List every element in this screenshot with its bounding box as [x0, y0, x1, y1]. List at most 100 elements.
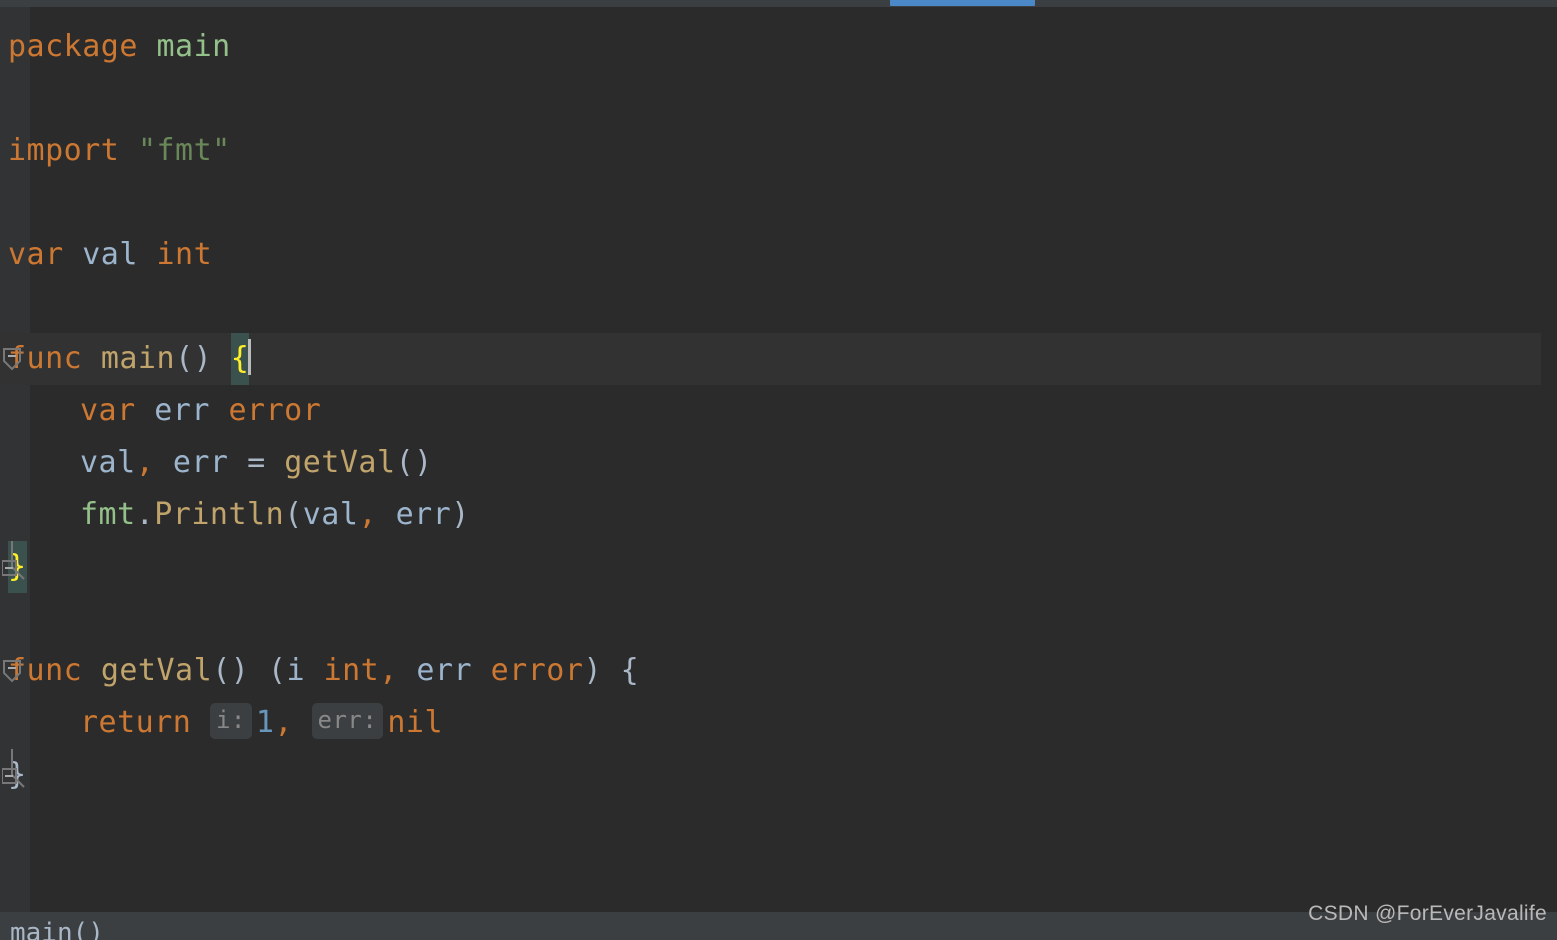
code-token: () [395, 445, 433, 480]
code-line-text: func main() { [0, 333, 252, 385]
breadcrumb-item-main[interactable]: main() [10, 918, 104, 940]
code-line[interactable]: } [0, 749, 1557, 801]
code-token: = [247, 445, 266, 480]
code-token: () [175, 341, 213, 376]
fold-collapse-icon[interactable] [2, 333, 28, 385]
code-token: int [156, 237, 213, 272]
code-token: . [135, 497, 155, 532]
code-token: ) [451, 497, 470, 532]
code-editor[interactable]: package main import "fmt" var val int func … [0, 7, 1557, 912]
vertical-scrollbar[interactable] [1541, 7, 1557, 912]
code-token: nil [387, 705, 444, 740]
code-line[interactable]: func main() { [0, 333, 1557, 385]
code-token: error [490, 653, 584, 688]
code-line-text: package main [0, 21, 231, 73]
code-token: getVal [284, 445, 396, 480]
code-token: val [82, 237, 138, 272]
code-token: return [80, 705, 192, 740]
code-token: int [323, 653, 380, 688]
code-token: ( [267, 653, 287, 688]
code-token: val [302, 497, 359, 532]
code-token: getVal [100, 653, 213, 688]
code-token: 1 [255, 705, 275, 740]
code-token: fmt [80, 497, 136, 532]
code-line[interactable]: fmt.Println(val, err) [0, 489, 1557, 541]
editor-tab-strip [0, 0, 1557, 7]
code-token: var [80, 393, 136, 428]
code-token: package [8, 29, 138, 64]
code-line-text: var val int [0, 229, 212, 281]
code-line[interactable]: } [0, 541, 1557, 593]
code-token: "fmt" [137, 133, 231, 168]
code-token: () [212, 653, 250, 688]
goland-editor-window: package main import "fmt" var val int func … [0, 0, 1557, 940]
code-token: val [80, 445, 136, 480]
code-token: import [8, 133, 120, 168]
parameter-hint-inlay: err: [311, 703, 384, 739]
code-token: main [100, 341, 176, 376]
code-token: i [286, 653, 305, 688]
code-token: , [379, 653, 398, 688]
code-line-text: val, err = getVal() [0, 437, 433, 489]
code-token: err [395, 497, 452, 532]
code-line-text: var err error [0, 385, 321, 437]
code-token: error [228, 393, 322, 428]
code-line[interactable]: package main [0, 21, 1557, 73]
text-caret [248, 339, 252, 375]
code-line-text: return i: 1, err: nil [0, 697, 443, 749]
code-token: err [154, 393, 210, 428]
code-token: , [358, 497, 377, 532]
code-line[interactable]: func getVal() (i int, err error) { [0, 645, 1557, 697]
code-line-text: import "fmt" [0, 125, 231, 177]
code-line-text: func getVal() (i int, err error) { [0, 645, 639, 697]
code-line[interactable] [0, 177, 1557, 229]
code-line[interactable]: import "fmt" [0, 125, 1557, 177]
code-line[interactable] [0, 281, 1557, 333]
watermark-text: CSDN @ForEverJavalife [1308, 902, 1547, 925]
code-token: var [8, 237, 64, 272]
code-token: Println [154, 497, 285, 532]
code-line[interactable]: var val int [0, 229, 1557, 281]
code-token: ) [583, 653, 602, 688]
code-token: , [274, 705, 293, 740]
code-line[interactable]: val, err = getVal() [0, 437, 1557, 489]
fold-collapse-icon[interactable] [2, 645, 28, 697]
code-line[interactable] [0, 73, 1557, 125]
code-token: { [620, 653, 640, 688]
code-line[interactable]: return i: 1, err: nil [0, 697, 1557, 749]
code-line[interactable] [0, 593, 1557, 645]
code-token: err [172, 445, 229, 480]
code-line[interactable]: var err error [0, 385, 1557, 437]
fold-end-marker[interactable] [2, 541, 28, 593]
active-tab-underline[interactable] [890, 0, 1035, 6]
parameter-hint-inlay: i: [209, 703, 252, 739]
code-token: main [156, 29, 231, 64]
code-surface[interactable]: package main import "fmt" var val int func … [0, 7, 1557, 912]
code-token: , [135, 445, 155, 480]
code-token: ( [284, 497, 303, 532]
code-token: err [416, 653, 473, 688]
code-line-text: fmt.Println(val, err) [0, 489, 470, 541]
matched-brace: { [230, 333, 250, 385]
fold-end-marker[interactable] [2, 749, 28, 801]
